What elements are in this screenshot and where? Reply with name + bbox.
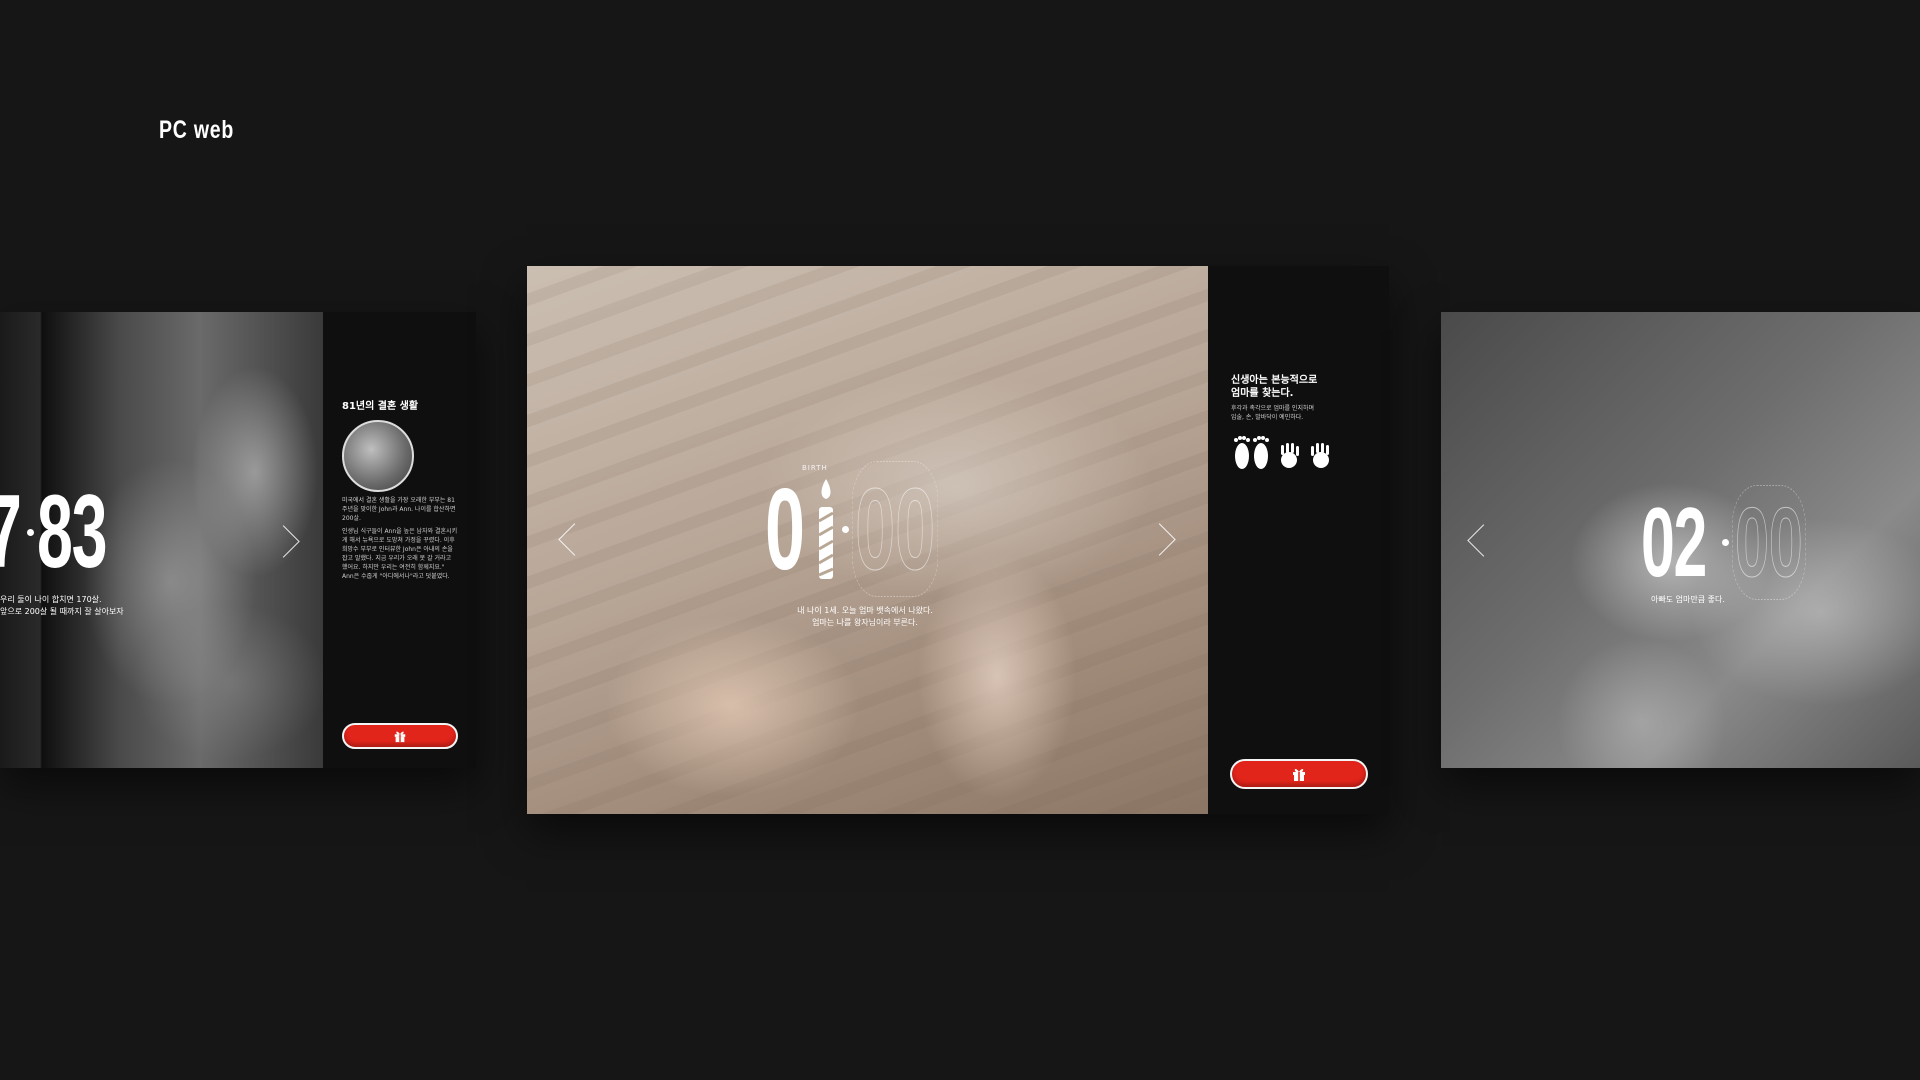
gift-button[interactable]: [342, 723, 458, 749]
prev-arrow-icon[interactable]: [558, 523, 591, 556]
gift-icon: [394, 731, 406, 743]
panel-title: 81년의 결혼 생활: [342, 401, 419, 412]
section-label: PC web: [159, 116, 235, 144]
age-counter-ghost: 00: [852, 461, 939, 597]
slide-card-center[interactable]: BIRTH 0 00 내 나이 1세. 오늘 엄마 뱃속에서 나왔다. 엄마는 …: [527, 266, 1389, 814]
age-counter-main: 02: [1641, 486, 1707, 597]
panel-paragraph: 미국에서 결혼 생활을 가장 오래한 부부는 81주년을 맞이한 John과 A…: [342, 497, 456, 522]
handprints-icon: [1281, 443, 1329, 468]
age-counter-main: 7: [0, 473, 22, 592]
info-panel: 신생아는 본능적으로 엄마를 찾는다. 후각과 촉각으로 엄마를 인지하며 입술…: [1208, 266, 1389, 814]
age-counter: 7 83: [0, 474, 149, 590]
panel-text: 미국에서 결혼 생활을 가장 오래한 부부는 81주년을 맞이한 John과 A…: [342, 496, 458, 581]
caption-line: 내 나이 1세. 오늘 엄마 뱃속에서 나왔다.: [797, 606, 933, 615]
panel-paragraph: 후각과 촉각으로 엄마를 인지하며: [1231, 405, 1315, 412]
slide-caption: 아빠도 엄마만큼 좋다.: [1651, 594, 1725, 606]
slide-card-right[interactable]: 02 00 아빠도 엄마만큼 좋다.: [1441, 312, 1920, 768]
age-counter-dot: [1722, 538, 1729, 546]
age-counter-dot: [27, 528, 34, 536]
age-counter-after: 83: [37, 473, 107, 590]
caption-line: 아빠도 엄마만큼 좋다.: [1651, 595, 1725, 604]
caption-line: 우리 둘이 나이 합치면 170살.: [0, 595, 102, 604]
panel-title-line: 엄마를 찾는다.: [1231, 388, 1294, 399]
footprints-icon: [1234, 436, 1269, 469]
slide-photo-hands-elderly: 7 83 우리 둘이 나이 합치면 170살. 앞으로 200살 될 때까지 잘…: [0, 312, 323, 768]
prev-arrow-icon[interactable]: [1467, 524, 1500, 557]
age-counter-zero: 0: [765, 464, 805, 594]
gift-button[interactable]: [1230, 759, 1368, 789]
next-arrow-icon[interactable]: [1143, 523, 1176, 556]
panel-title-line: 신생아는 본능적으로: [1231, 375, 1318, 386]
birth-tag: BIRTH: [802, 464, 828, 472]
panel-title: 신생아는 본능적으로 엄마를 찾는다.: [1231, 374, 1317, 400]
next-arrow-icon[interactable]: [267, 525, 300, 558]
gift-icon: [1293, 768, 1305, 781]
slide-caption: 우리 둘이 나이 합치면 170살. 앞으로 200살 될 때까지 잘 살아보자: [0, 594, 124, 618]
caption-line: 앞으로 200살 될 때까지 잘 살아보자: [0, 607, 124, 616]
info-panel: 81년의 결혼 생활 미국에서 결혼 생활을 가장 오래한 부부는 81주년을 …: [323, 312, 476, 768]
age-counter-dot: [842, 525, 849, 533]
slide-photo-baby-feet: BIRTH 0 00 내 나이 1세. 오늘 엄마 뱃속에서 나왔다. 엄마는 …: [527, 266, 1208, 814]
panel-text: 후각과 촉각으로 엄마를 인지하며 입술, 손, 발바닥이 예민하다.: [1231, 404, 1314, 422]
couple-avatar: [342, 420, 414, 492]
candle-icon: [818, 479, 834, 579]
age-counter: 0 00: [765, 461, 991, 597]
slide-caption: 내 나이 1세. 오늘 엄마 뱃속에서 나왔다. 엄마는 나를 왕자님이라 부른…: [750, 605, 980, 629]
slide-card-left[interactable]: 7 83 우리 둘이 나이 합치면 170살. 앞으로 200살 될 때까지 잘…: [0, 312, 476, 768]
caption-line: 엄마는 나를 왕자님이라 부른다.: [812, 618, 918, 627]
slide-photo-father-hands: 02 00 아빠도 엄마만큼 좋다.: [1441, 312, 1920, 768]
panel-paragraph: 인생님 식구들이 Ann을 높은 남자와 결혼시키게 해서 뉴욕으로 도망쳐 가…: [342, 528, 458, 580]
age-counter-ghost: 00: [1732, 484, 1806, 600]
age-counter: 02 00: [1641, 484, 1851, 600]
panel-paragraph: 입술, 손, 발바닥이 예민하다.: [1231, 414, 1304, 421]
